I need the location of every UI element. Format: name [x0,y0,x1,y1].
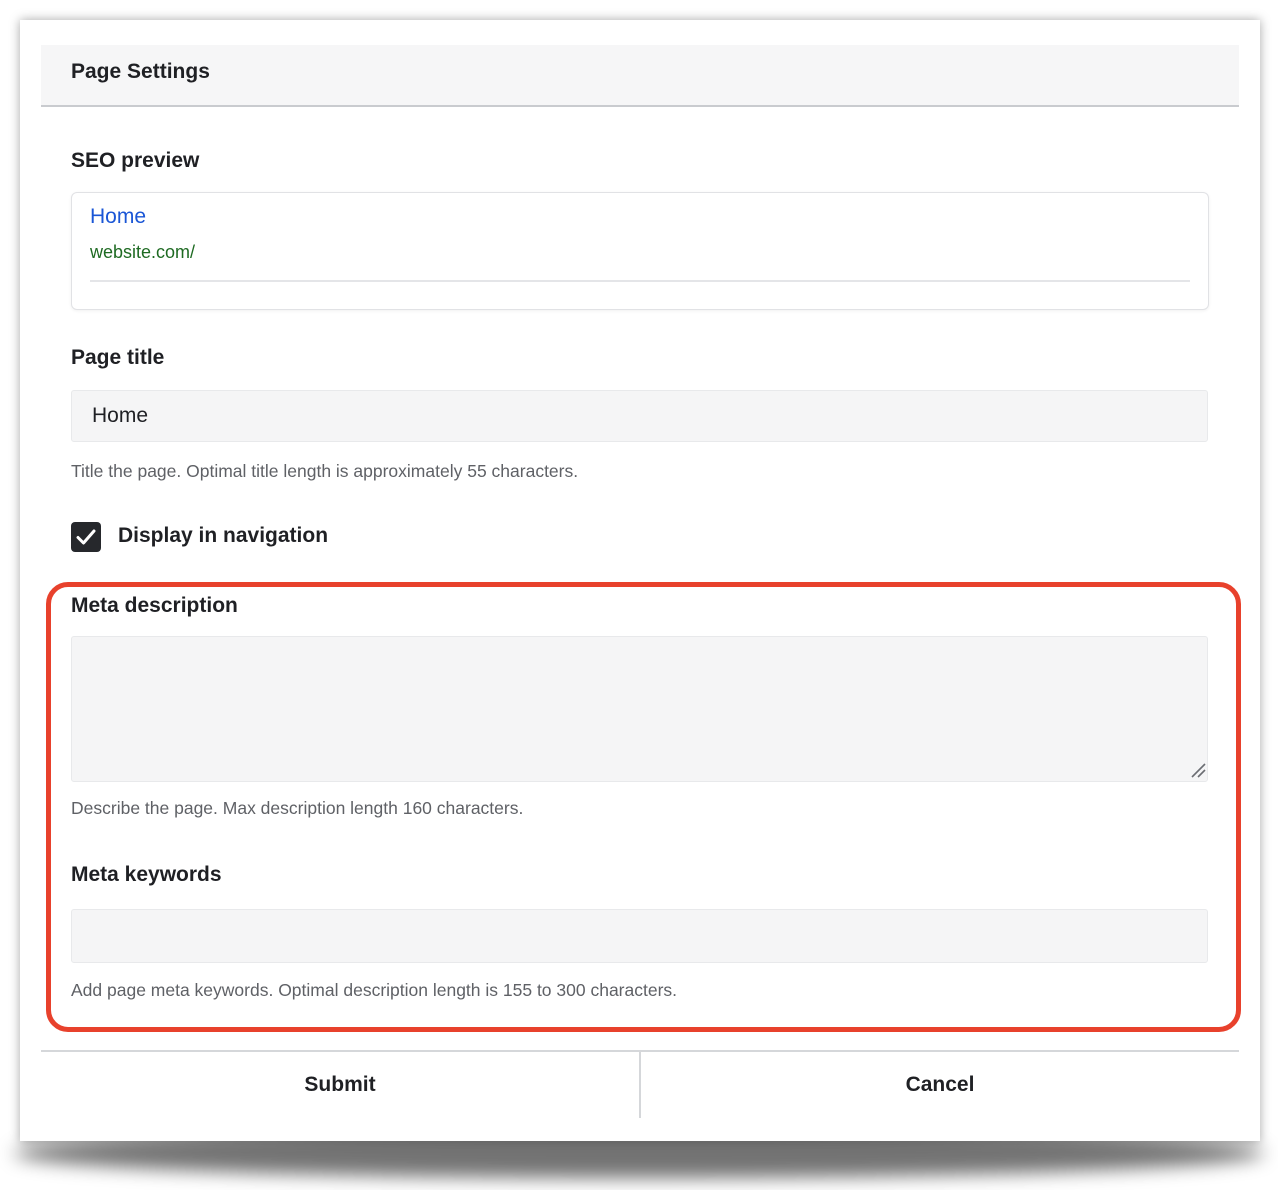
meta-keywords-label: Meta keywords [71,863,222,886]
meta-keywords-input[interactable] [71,909,1208,963]
seo-preview-divider [90,280,1190,282]
cancel-button[interactable]: Cancel [641,1052,1239,1118]
page-title-input[interactable] [71,390,1208,442]
seo-preview-url: website.com/ [90,242,196,262]
seo-preview-card: Home website.com/ [71,192,1209,310]
seo-preview-title: Home [90,205,147,228]
screenshot-stage: Page Settings SEO preview Home website.c… [0,0,1278,1190]
checkmark-icon [76,529,96,545]
meta-keywords-help: Add page meta keywords. Optimal descript… [71,980,678,1000]
page-title-label: Page title [71,346,165,369]
display-in-navigation-checkbox[interactable] [71,522,101,552]
meta-description-help: Describe the page. Max description lengt… [71,798,524,818]
page-settings-dialog: Page Settings SEO preview Home website.c… [20,20,1260,1141]
meta-description-textarea[interactable] [71,636,1208,782]
resize-handle-icon[interactable] [1190,762,1206,778]
dialog-title: Page Settings [71,60,210,83]
page-title-help: Title the page. Optimal title length is … [71,461,579,481]
seo-preview-label: SEO preview [71,149,200,172]
submit-button[interactable]: Submit [41,1052,639,1118]
dialog-header: Page Settings [41,45,1239,107]
display-in-navigation-label[interactable]: Display in navigation [118,524,328,548]
meta-description-label: Meta description [71,594,238,617]
dialog-footer: Submit Cancel [41,1050,1239,1122]
